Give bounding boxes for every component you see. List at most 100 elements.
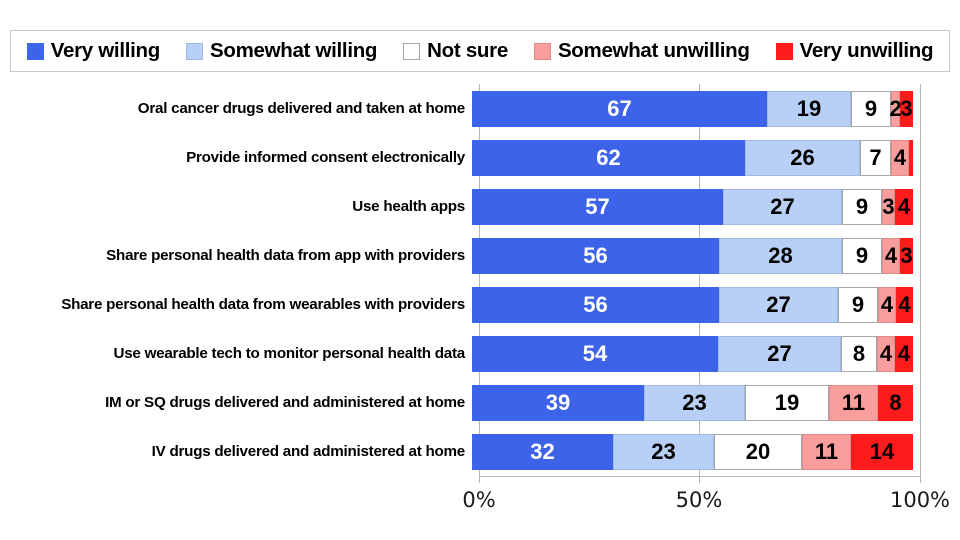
bar-value-label: 11 xyxy=(841,389,866,415)
bar-segment-somewhat-unwilling[interactable]: 11 xyxy=(829,384,878,421)
bar-value-label: 20 xyxy=(745,438,771,464)
bar-segment-not-sure[interactable]: 9 xyxy=(842,237,882,274)
bar-rows: Oral cancer drugs delivered and taken at… xyxy=(0,84,960,476)
bar-segment-somewhat-willing[interactable]: 26 xyxy=(745,139,860,176)
bar-row: Provide informed consent electronically 6… xyxy=(0,133,960,182)
chart-legend: Very willing Somewhat willing Not sure S… xyxy=(10,30,950,72)
bar-row: Use health apps 57 27 9 3 4 xyxy=(0,182,960,231)
bar-track: 57 27 9 3 4 xyxy=(472,188,913,225)
legend-item-not-sure[interactable]: Not sure xyxy=(403,39,508,63)
x-axis: 0% 50% 100% xyxy=(0,476,960,540)
category-label: Share personal health data from app with… xyxy=(106,247,465,264)
x-axis-label-100: 100% xyxy=(889,488,951,512)
x-axis-label-0: 0% xyxy=(462,488,496,512)
bar-row: Share personal health data from app with… xyxy=(0,231,960,280)
bar-track: 56 27 9 4 4 xyxy=(472,286,913,323)
bar-segment-very-unwilling[interactable]: 3 xyxy=(900,90,913,127)
bar-segment-somewhat-willing[interactable]: 27 xyxy=(723,188,842,225)
bar-value-label: 19 xyxy=(796,95,822,121)
bar-segment-somewhat-willing[interactable]: 19 xyxy=(767,90,851,127)
bar-segment-very-willing[interactable]: 56 xyxy=(472,286,719,323)
bar-segment-somewhat-willing[interactable]: 23 xyxy=(613,433,714,470)
bar-segment-somewhat-unwilling[interactable]: 11 xyxy=(802,433,851,470)
category-label: Share personal health data from wearable… xyxy=(61,296,465,313)
legend-swatch-not-sure xyxy=(403,42,421,60)
legend-item-very-willing[interactable]: Very willing xyxy=(26,39,161,63)
bar-value-label: 28 xyxy=(768,242,793,268)
bar-track: 56 28 9 4 3 xyxy=(472,237,913,274)
bar-value-label: 54 xyxy=(582,340,608,366)
bar-segment-somewhat-willing[interactable]: 27 xyxy=(719,286,838,323)
bar-segment-somewhat-unwilling[interactable]: 4 xyxy=(877,335,895,372)
bar-segment-very-willing[interactable]: 56 xyxy=(472,237,719,274)
bar-segment-somewhat-willing[interactable]: 27 xyxy=(718,335,841,372)
bar-segment-not-sure[interactable]: 7 xyxy=(860,139,891,176)
bar-value-label: 4 xyxy=(893,144,907,170)
bar-segment-somewhat-unwilling[interactable]: 4 xyxy=(878,286,896,323)
legend-item-somewhat-willing[interactable]: Somewhat willing xyxy=(185,39,377,63)
category-label: Use wearable tech to monitor personal he… xyxy=(113,345,466,362)
bar-segment-somewhat-unwilling[interactable]: 2 xyxy=(889,90,902,127)
bar-value-label: 3 xyxy=(900,95,913,121)
bar-segment-very-unwilling[interactable]: 8 xyxy=(878,384,913,421)
bar-value-label: 9 xyxy=(855,242,869,268)
category-label: IV drugs delivered and administered at h… xyxy=(151,443,466,460)
bar-segment-somewhat-willing[interactable]: 28 xyxy=(719,237,842,274)
bar-value-label: 19 xyxy=(774,389,800,415)
bar-value-label: 57 xyxy=(585,193,610,219)
bar-segment-very-unwilling[interactable]: 14 xyxy=(851,433,913,470)
bar-value-label: 62 xyxy=(596,144,621,170)
x-axis-label-50: 50% xyxy=(675,488,723,512)
x-axis-tick-0 xyxy=(479,476,480,483)
bar-segment-very-willing[interactable]: 67 xyxy=(472,90,767,127)
legend-swatch-somewhat-willing xyxy=(185,42,203,60)
bar-segment-not-sure[interactable]: 8 xyxy=(841,335,877,372)
bar-segment-not-sure[interactable]: 20 xyxy=(714,433,802,470)
bar-segment-somewhat-unwilling[interactable]: 4 xyxy=(882,237,900,274)
x-axis-tick-50 xyxy=(699,476,700,483)
legend-item-very-unwilling[interactable]: Very unwilling xyxy=(775,39,934,63)
bar-segment-not-sure[interactable]: 9 xyxy=(842,188,882,225)
bar-value-label: 3 xyxy=(882,193,895,219)
bar-track: 54 27 8 4 4 xyxy=(472,335,913,372)
legend-swatch-very-unwilling xyxy=(775,42,793,60)
bar-value-label: 4 xyxy=(897,340,911,366)
bar-segment-very-willing[interactable]: 32 xyxy=(472,433,613,470)
bar-segment-very-unwilling[interactable]: 3 xyxy=(900,237,913,274)
bar-segment-somewhat-willing[interactable]: 23 xyxy=(644,384,745,421)
bar-value-label: 9 xyxy=(864,95,878,121)
bar-value-label: 67 xyxy=(607,95,632,121)
bar-row: IM or SQ drugs delivered and administere… xyxy=(0,378,960,427)
bar-segment-somewhat-unwilling[interactable]: 4 xyxy=(891,139,909,176)
legend-item-somewhat-unwilling[interactable]: Somewhat unwilling xyxy=(533,39,750,63)
bar-segment-not-sure[interactable]: 9 xyxy=(838,286,878,323)
bar-segment-not-sure[interactable]: 19 xyxy=(745,384,829,421)
category-label: Use health apps xyxy=(352,198,465,215)
bar-segment-very-willing[interactable]: 54 xyxy=(472,335,718,372)
legend-label-very-willing: Very willing xyxy=(50,39,161,62)
bar-value-label: 4 xyxy=(884,242,898,268)
bar-segment-very-willing[interactable]: 62 xyxy=(472,139,745,176)
bar-value-label: 4 xyxy=(880,291,894,317)
bar-value-label: 3 xyxy=(900,242,913,268)
bar-value-label: 4 xyxy=(879,340,893,366)
bar-segment-very-unwilling[interactable] xyxy=(909,139,913,176)
bar-segment-very-unwilling[interactable]: 4 xyxy=(895,188,913,225)
category-label: Provide informed consent electronically xyxy=(186,149,465,166)
bar-segment-very-willing[interactable]: 39 xyxy=(472,384,644,421)
bar-value-label: 7 xyxy=(869,144,882,170)
bar-value-label: 8 xyxy=(852,340,866,366)
plot-area: Oral cancer drugs delivered and taken at… xyxy=(0,84,960,540)
bar-row: Share personal health data from wearable… xyxy=(0,280,960,329)
bar-value-label: 27 xyxy=(770,193,795,219)
bar-segment-somewhat-unwilling[interactable]: 3 xyxy=(882,188,895,225)
bar-value-label: 27 xyxy=(766,291,791,317)
bar-track: 67 19 9 2 3 xyxy=(472,90,913,127)
bar-track: 62 26 7 4 xyxy=(472,139,913,176)
bar-segment-not-sure[interactable]: 9 xyxy=(851,90,891,127)
bar-segment-very-unwilling[interactable]: 4 xyxy=(895,335,913,372)
bar-segment-very-willing[interactable]: 57 xyxy=(472,188,723,225)
bar-segment-very-unwilling[interactable]: 4 xyxy=(896,286,913,323)
bar-value-label: 56 xyxy=(583,242,608,268)
bar-value-label: 23 xyxy=(682,389,707,415)
